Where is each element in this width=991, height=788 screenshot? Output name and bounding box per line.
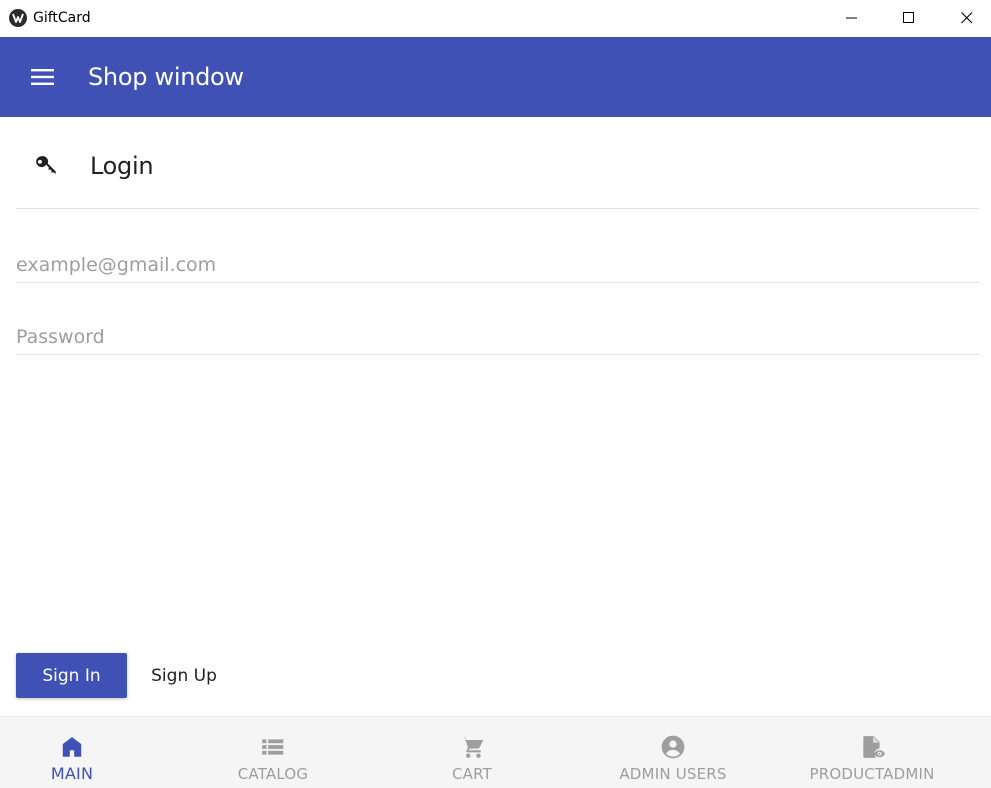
nav-item-cart[interactable]: CART [422, 717, 522, 788]
nav-label-catalog: CATALOG [237, 765, 309, 783]
minimize-button[interactable] [829, 0, 875, 37]
nav-item-catalog[interactable]: CATALOG [213, 717, 333, 788]
menu-icon[interactable] [31, 65, 55, 89]
list-icon [260, 734, 286, 760]
sign-in-button[interactable]: Sign In [16, 653, 127, 698]
nav-item-admin-users[interactable]: ADMIN USERS [603, 717, 743, 788]
kivy-logo-icon [9, 9, 27, 27]
password-input[interactable] [16, 321, 979, 353]
app-bar: Shop window [0, 37, 991, 117]
login-title: Login [90, 152, 154, 180]
sign-up-button[interactable]: Sign Up [138, 653, 230, 698]
nav-item-main[interactable]: MAIN [22, 717, 122, 788]
file-eye-icon [859, 734, 885, 760]
password-field[interactable] [16, 321, 979, 355]
cart-icon [459, 734, 485, 760]
maximize-button[interactable] [886, 0, 932, 37]
nav-label-cart: CART [451, 765, 493, 783]
key-icon [34, 153, 60, 179]
nav-label-admin-users: ADMIN USERS [619, 765, 727, 783]
nav-label-productadmin: PRODUCTADMIN [809, 765, 935, 783]
login-header: Login [16, 128, 979, 209]
nav-label-main: MAIN [50, 764, 94, 783]
close-button[interactable] [944, 0, 990, 37]
app-window: GiftCard Shop window Login example@gmail… [0, 0, 991, 788]
nav-item-productadmin[interactable]: PRODUCTADMIN [802, 717, 942, 788]
account-circle-icon [660, 734, 686, 760]
email-field[interactable] [16, 249, 979, 283]
home-icon [59, 734, 85, 760]
bottom-navigation: MAIN CATALOG CART ADMIN USERS PRODUCTADM… [0, 716, 991, 788]
email-input[interactable] [16, 249, 979, 281]
title-bar: GiftCard [0, 0, 991, 37]
page-title: Shop window [88, 63, 244, 91]
window-title: GiftCard [33, 10, 91, 26]
